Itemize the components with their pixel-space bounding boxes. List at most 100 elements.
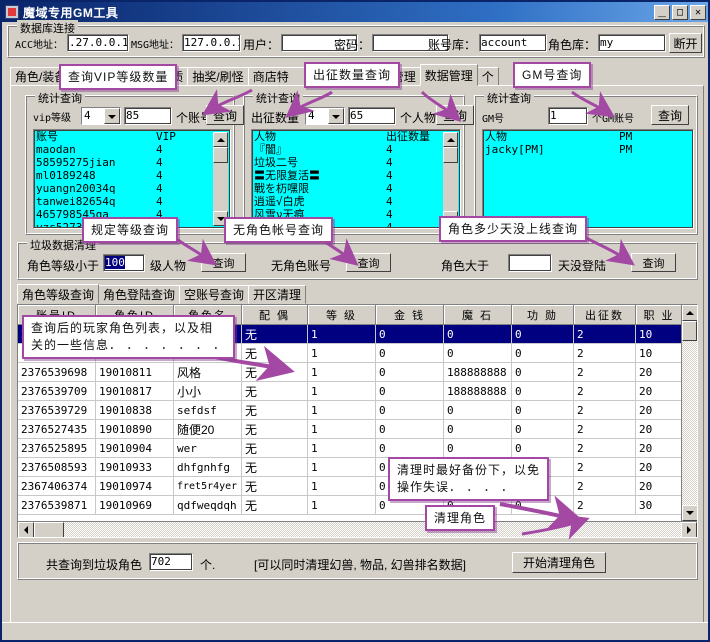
- vip-stats-legend: 统计查询: [35, 90, 85, 106]
- start-cleanup-button[interactable]: 开始清理角色: [512, 552, 606, 573]
- cell-spouse: 无: [242, 420, 308, 438]
- cell-march-count: 2: [574, 477, 636, 495]
- list-item-account: ml0189248: [36, 169, 156, 182]
- grid-horizontal-scrollbar[interactable]: [18, 521, 697, 537]
- table-row[interactable]: 2376527435 19010890 随便20 无 1 0 0 0 2 20: [18, 420, 697, 439]
- cell-account-id: 2367406374: [18, 477, 96, 495]
- chevron-down-icon[interactable]: [328, 108, 344, 124]
- tab-lottery-monster[interactable]: 抽奖/刷怪: [187, 67, 248, 86]
- level-query-button[interactable]: 查询: [201, 253, 246, 272]
- march-list-scrollbar[interactable]: [443, 132, 458, 226]
- account-db-input[interactable]: account: [479, 34, 547, 52]
- table-row[interactable]: 2376539871 19010969 qdfweqdqh 无 1 0 0 0 …: [18, 496, 697, 515]
- grid-col-merit[interactable]: 功 勋: [512, 305, 574, 325]
- march-count-combo[interactable]: 4: [305, 107, 345, 125]
- vip-query-button[interactable]: 查询: [206, 105, 244, 125]
- vip-account-listbox[interactable]: 账号 VIP maodan4 58595275jian4 ml01892484 …: [33, 129, 231, 229]
- gm-query-button[interactable]: 查询: [651, 105, 689, 125]
- scroll-thumb[interactable]: [213, 147, 228, 163]
- list-header-row: 账号 VIP: [34, 130, 230, 143]
- list-item[interactable]: 『闇』4: [252, 143, 460, 156]
- subtab-role-login-query[interactable]: 角色登陆查询: [98, 285, 180, 304]
- cell-account-id: 2376539729: [18, 401, 96, 419]
- march-character-listbox[interactable]: 人物 出征数量 『闇』4 垃圾二号4 〓无限复活〓4 戰を杤嘿限4 逍遥√白虎4…: [251, 129, 461, 229]
- disconnect-button-label: 断开: [673, 35, 697, 52]
- subtab-label: 角色登陆查询: [103, 286, 175, 303]
- grid-col-level[interactable]: 等 级: [308, 305, 376, 325]
- cell-level: 1: [308, 477, 376, 495]
- annotation-march-query: 出征数量查询: [304, 62, 400, 88]
- scroll-up-icon[interactable]: [213, 132, 228, 147]
- list-item[interactable]: maodan4: [34, 143, 230, 156]
- list-item[interactable]: 58595275jian4: [34, 156, 230, 169]
- list-item[interactable]: 逍遥√白虎4: [252, 195, 460, 208]
- list-item[interactable]: 戰を杤嘿限4: [252, 182, 460, 195]
- days-threshold-input[interactable]: [508, 254, 552, 272]
- msg-address-input[interactable]: 127.0.0.1: [182, 34, 241, 52]
- cell-spouse: 无: [242, 382, 308, 400]
- table-row[interactable]: 2376539729 19010838 sefdsf 无 1 0 0 0 2 2…: [18, 401, 697, 420]
- march-query-button[interactable]: 查询: [436, 105, 474, 125]
- list-item[interactable]: 〓无限复活〓4: [252, 169, 460, 182]
- list-header-character: 人物: [254, 130, 386, 143]
- grid-col-spouse[interactable]: 配 偶: [242, 305, 308, 325]
- list-item[interactable]: 垃圾二号4: [252, 156, 460, 169]
- scroll-right-icon[interactable]: [681, 522, 697, 538]
- list-item[interactable]: tanwei82654q4: [34, 195, 230, 208]
- tab-data-management[interactable]: 数据管理: [420, 64, 478, 86]
- list-item[interactable]: jacky[PM]PM: [483, 143, 693, 156]
- cell-spouse: 无: [242, 401, 308, 419]
- db-connection-group: 数据库连接 ACC地址： .27.0.0.1 MSG地址： 127.0.0.1 …: [7, 25, 705, 58]
- cell-level: 1: [308, 496, 376, 514]
- subtab-role-level-query[interactable]: 角色等级查询: [17, 284, 99, 304]
- acc-address-input[interactable]: .27.0.0.1: [67, 34, 129, 52]
- subtab-empty-account-query[interactable]: 空账号查询: [179, 285, 249, 304]
- disconnect-button[interactable]: 断开: [669, 33, 702, 53]
- minimize-button[interactable]: _: [654, 5, 670, 20]
- cell-march-count: 2: [574, 325, 636, 343]
- list-item[interactable]: yuangn20034q4: [34, 182, 230, 195]
- cell-level: 1: [308, 344, 376, 362]
- table-row[interactable]: 2376525895 19010904 wer 无 1 0 0 0 2 20: [18, 439, 697, 458]
- scroll-down-icon[interactable]: [682, 505, 698, 521]
- subtab-open-server-cleanup[interactable]: 开区清理: [248, 285, 306, 304]
- table-row[interactable]: 2376508593 19010933 dhfgnhfg 无 1 0 0 0 2…: [18, 458, 697, 477]
- cell-profession: 20: [636, 420, 683, 438]
- grid-col-magic-stone[interactable]: 魔 石: [444, 305, 512, 325]
- cell-role-name: 随便20: [174, 420, 242, 438]
- gm-query-button-label: 查询: [658, 107, 682, 124]
- no-role-query-button[interactable]: 查询: [346, 253, 391, 272]
- scroll-thumb[interactable]: [682, 321, 697, 341]
- vip-level-combo[interactable]: 4: [81, 107, 121, 125]
- table-row[interactable]: 2367406374 19010974 fret5r4yer 无 1 0 0 0…: [18, 477, 697, 496]
- total-junk-input[interactable]: 702: [149, 553, 193, 571]
- gm-character-listbox[interactable]: 人物 PM jacky[PM]PM: [482, 129, 694, 229]
- cell-role-id: 19010838: [96, 401, 174, 419]
- scroll-left-icon[interactable]: [18, 522, 34, 538]
- grid-col-march-count[interactable]: 出征数: [574, 305, 636, 325]
- table-row[interactable]: 2376539698 19010811 风格 无 1 0 188888888 0…: [18, 363, 697, 382]
- grid-vertical-scrollbar[interactable]: [681, 305, 697, 521]
- scroll-up-icon[interactable]: [682, 305, 698, 321]
- list-item[interactable]: ml01892484: [34, 169, 230, 182]
- scroll-thumb[interactable]: [443, 147, 458, 163]
- scroll-up-icon[interactable]: [443, 132, 458, 147]
- maximize-button[interactable]: □: [672, 5, 688, 20]
- level-threshold-input[interactable]: 100: [103, 254, 145, 272]
- grid-col-money[interactable]: 金 钱: [376, 305, 444, 325]
- days-query-button[interactable]: 查询: [631, 253, 676, 272]
- close-button[interactable]: ✕: [690, 5, 706, 20]
- gm-count-input[interactable]: 1: [548, 107, 588, 125]
- cell-role-name: fret5r4yer: [174, 477, 242, 495]
- grid-col-profession[interactable]: 职 业: [636, 305, 683, 325]
- msg-address-label: MSG地址：: [131, 36, 179, 51]
- march-count-input[interactable]: 65: [348, 107, 396, 125]
- vip-count-input[interactable]: 85: [124, 107, 172, 125]
- role-db-input[interactable]: my: [598, 34, 666, 52]
- scroll-thumb[interactable]: [34, 522, 64, 538]
- cell-money: 0: [376, 420, 444, 438]
- chevron-down-icon[interactable]: [104, 108, 120, 124]
- vip-list-scrollbar[interactable]: [213, 132, 228, 226]
- table-row[interactable]: 2376539709 19010817 小小 无 1 0 188888888 0…: [18, 382, 697, 401]
- tab-misc[interactable]: 个: [477, 67, 499, 86]
